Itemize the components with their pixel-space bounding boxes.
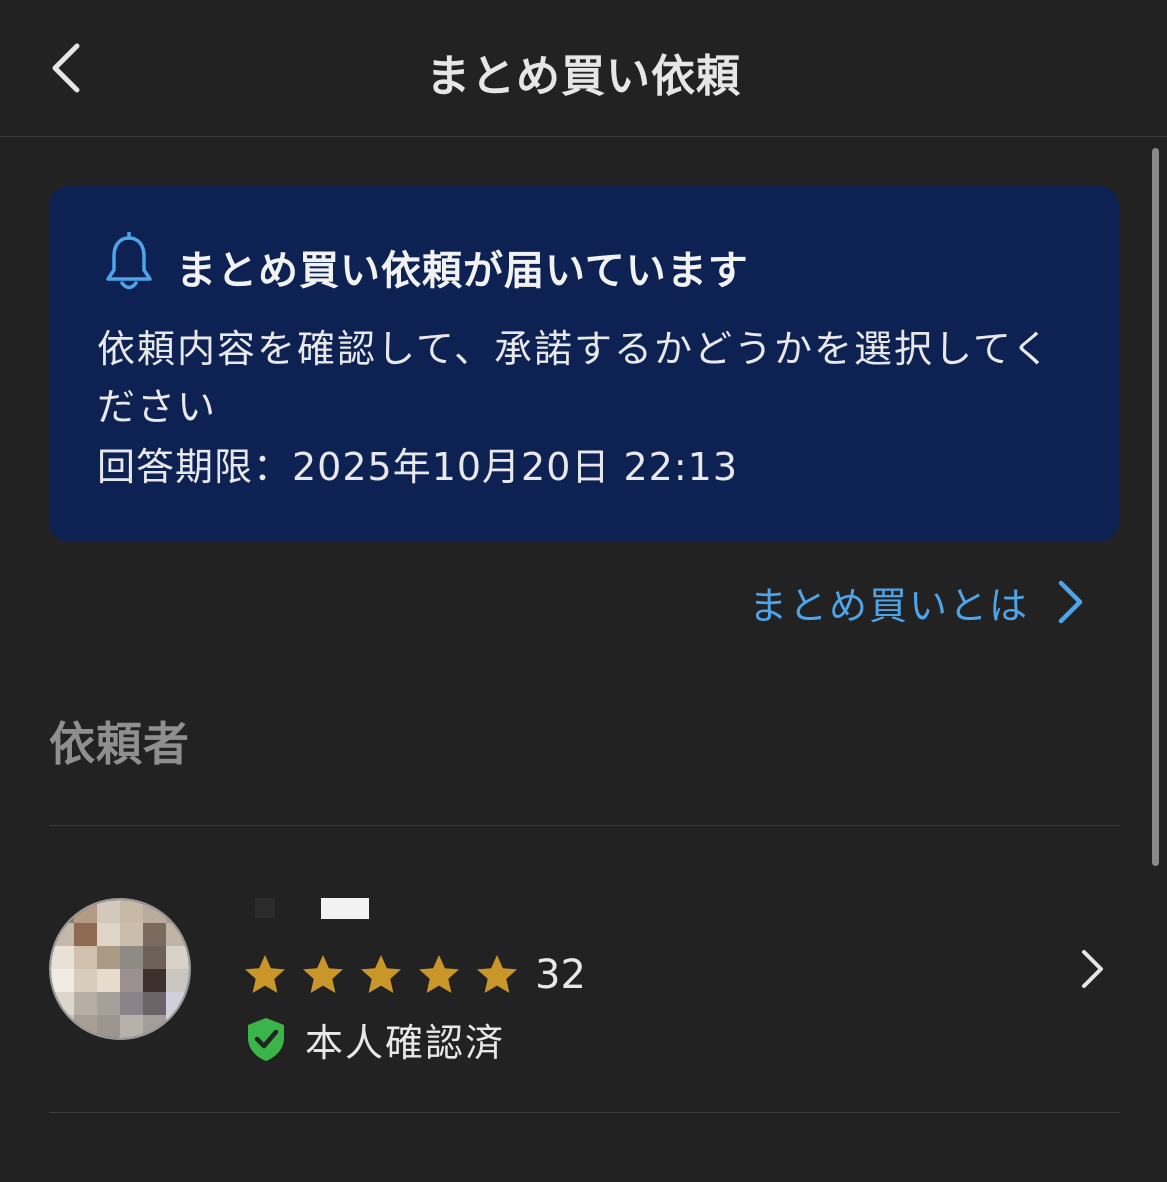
star-icon	[303, 955, 343, 993]
top-bar: まとめ買い依頼	[0, 0, 1167, 137]
scrollbar[interactable]	[1152, 148, 1159, 866]
shield-check-icon	[248, 1018, 284, 1061]
star-icon	[419, 955, 459, 993]
request-notice-card: まとめ買い依頼が届いています 依頼内容を確認して、承諾するかどうかを選択してくだ…	[49, 186, 1119, 542]
star-icon	[245, 955, 285, 993]
redacted-name-block	[255, 898, 275, 918]
about-bulk-purchase-label: まとめ買いとは	[749, 583, 1030, 628]
divider	[49, 825, 1120, 826]
star-icon	[361, 955, 401, 993]
review-count: 32	[535, 952, 586, 998]
bell-icon	[106, 232, 152, 290]
avatar	[49, 898, 191, 1040]
response-deadline: 回答期限：2025年10月20日 22:13	[97, 445, 739, 489]
divider	[49, 1112, 1120, 1113]
identity-verified-label: 本人確認済	[305, 1020, 506, 1065]
rating-stars: 32	[243, 951, 586, 999]
chevron-right-icon	[1058, 580, 1083, 624]
notice-title: まとめ買い依頼が届いています	[176, 248, 749, 294]
redacted-name-block	[321, 898, 369, 919]
requester-row[interactable]: 32 本人確認済	[49, 830, 1120, 1110]
identity-verified-badge: 本人確認済	[245, 1014, 506, 1065]
star-icon	[477, 955, 517, 993]
page-title: まとめ買い依頼	[426, 51, 741, 102]
chevron-right-icon	[1082, 950, 1103, 988]
requester-section-heading: 依頼者	[49, 717, 190, 771]
notice-body: 依頼内容を確認して、承諾するかどうかを選択してください	[97, 327, 1052, 429]
about-bulk-purchase-link[interactable]: まとめ買いとは	[749, 572, 1085, 632]
